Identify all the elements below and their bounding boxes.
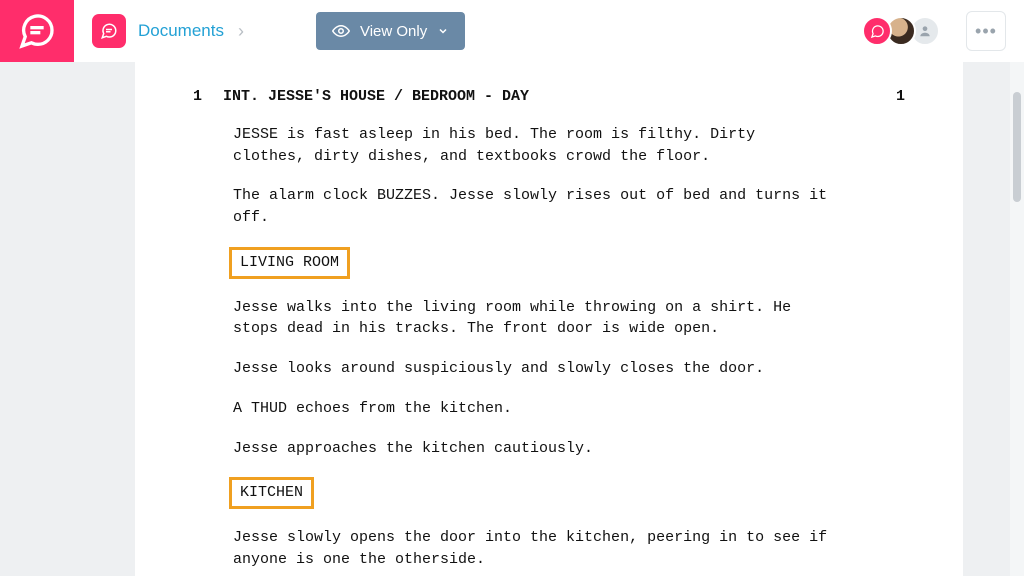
- chat-bubble-icon: [17, 11, 57, 51]
- chat-bubble-icon: [100, 22, 118, 40]
- action-block: A THUD echoes from the kitchen.: [233, 398, 833, 420]
- action-block: The alarm clock BUZZES. Jesse slowly ris…: [233, 185, 833, 229]
- subscene-heading: LIVING ROOM: [229, 247, 350, 279]
- view-mode-label: View Only: [360, 23, 427, 40]
- subscene-heading: KITCHEN: [229, 477, 314, 509]
- scene-heading-row: 1 INT. JESSE'S HOUSE / BEDROOM - DAY 1: [193, 86, 905, 108]
- chat-bubble-icon: [870, 24, 885, 39]
- scene-number-left: 1: [193, 86, 223, 108]
- action-block: Jesse approaches the kitchen cautiously.: [233, 438, 833, 460]
- person-icon: [918, 24, 932, 38]
- script-page[interactable]: 1 INT. JESSE'S HOUSE / BEDROOM - DAY 1 J…: [135, 62, 963, 576]
- scene-slugline: INT. JESSE'S HOUSE / BEDROOM - DAY: [223, 86, 875, 108]
- vertical-scrollbar[interactable]: [1010, 62, 1024, 576]
- topbar: Documents › View Only: [74, 0, 1024, 62]
- app-logo[interactable]: [0, 0, 74, 62]
- avatar-chat-icon[interactable]: [862, 16, 892, 46]
- action-block: Jesse slowly opens the door into the kit…: [233, 527, 833, 571]
- action-block: Jesse looks around suspiciously and slow…: [233, 358, 833, 380]
- view-mode-button[interactable]: View Only: [316, 12, 465, 50]
- scrollbar-thumb[interactable]: [1013, 92, 1021, 202]
- action-block: Jesse walks into the living room while t…: [233, 297, 833, 341]
- scene-number-right: 1: [875, 86, 905, 108]
- breadcrumb-documents[interactable]: Documents: [138, 21, 224, 41]
- document-workspace: 1 INT. JESSE'S HOUSE / BEDROOM - DAY 1 J…: [74, 62, 1024, 576]
- eye-icon: [332, 22, 350, 40]
- chevron-down-icon: [437, 25, 449, 37]
- collaborator-avatars[interactable]: [868, 16, 940, 46]
- ellipsis-icon: •••: [975, 21, 997, 42]
- document-badge-icon[interactable]: [92, 14, 126, 48]
- action-block: JESSE is fast asleep in his bed. The roo…: [233, 124, 833, 168]
- chevron-right-icon: ›: [238, 21, 244, 42]
- more-menu-button[interactable]: •••: [966, 11, 1006, 51]
